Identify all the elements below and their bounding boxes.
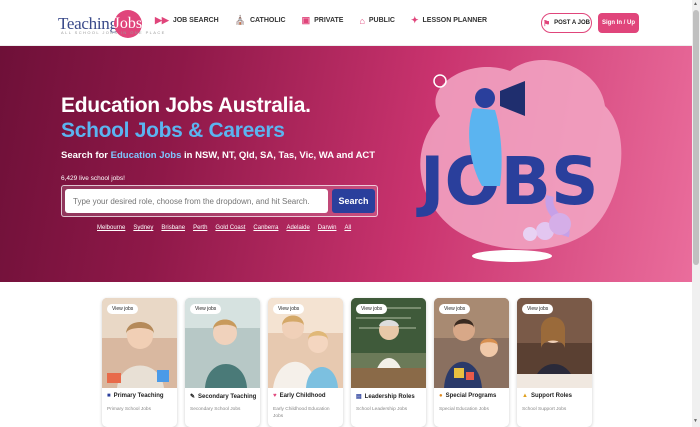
site-logo[interactable]: Teaching Jobs ALL SCHOOL JOBS IN ONE PLA… <box>58 8 164 40</box>
city-link[interactable]: Darwin <box>318 225 337 231</box>
card-description: School Leadership Jobs <box>356 407 408 412</box>
view-jobs-tag[interactable]: View jobs <box>439 304 471 314</box>
category-card-special[interactable]: View jobs ● Special Programs Special Edu… <box>434 298 509 427</box>
pen-icon: ✎ <box>190 394 196 400</box>
globe-icon: ● <box>439 393 443 399</box>
view-jobs-tag[interactable]: View jobs <box>356 304 388 314</box>
planner-icon: ✦ <box>410 15 419 25</box>
category-card-primary[interactable]: View jobs ■ Primary Teaching Primary Sch… <box>102 298 177 427</box>
view-jobs-tag[interactable]: View jobs <box>522 304 554 314</box>
nav-catholic[interactable]: ⛪ CATHOLIC <box>235 15 286 26</box>
church-icon: ⛪ <box>234 15 246 25</box>
hero-description-highlight[interactable]: Education Jobs <box>111 150 182 161</box>
city-links: Melbourne Sydney Brisbane Perth Gold Coa… <box>97 225 359 231</box>
city-link[interactable]: Melbourne <box>97 225 125 231</box>
signpost-icon: ⚑ <box>542 18 551 28</box>
category-card-leadership[interactable]: View jobs ▤ Leadership Roles School Lead… <box>351 298 426 427</box>
nav-label: PRIVATE <box>314 17 344 24</box>
card-description: Secondary School Jobs <box>190 407 241 412</box>
live-jobs-count: 6,429 live school jobs! <box>61 175 125 182</box>
jobs-illustration: JOBS <box>416 59 622 262</box>
site-header: Teaching Jobs ALL SCHOOL JOBS IN ONE PLA… <box>0 0 692 46</box>
card-title-text: Primary Teaching <box>113 393 164 399</box>
main-nav: ▶▶ JOB SEARCH ⛪ CATHOLIC ▣ PRIVATE ⌂ PUB… <box>155 15 503 26</box>
card-title: ▤ Leadership Roles <box>356 393 415 401</box>
school-icon: ⌂ <box>359 15 365 26</box>
nav-label: PUBLIC <box>368 17 395 24</box>
card-title: ● Special Programs <box>439 393 496 399</box>
card-title: ■ Primary Teaching <box>107 393 164 399</box>
person-icon: ▲ <box>522 393 528 399</box>
nav-label: LESSON PLANNER <box>422 17 488 24</box>
card-title: ♥ Early Childhood <box>273 393 326 399</box>
category-card-early-childhood[interactable]: View jobs ♥ Early Childhood Early Childh… <box>268 298 343 427</box>
card-title-text: Secondary Teaching <box>198 393 257 400</box>
page: Teaching Jobs ALL SCHOOL JOBS IN ONE PLA… <box>0 0 700 427</box>
sign-in-button[interactable]: Sign In / Up <box>598 13 639 33</box>
scroll-thumb[interactable] <box>693 10 699 265</box>
hero-title: Education Jobs Australia. <box>61 94 311 117</box>
building-icon: ▣ <box>301 15 311 25</box>
card-title-text: Special Programs <box>445 393 497 399</box>
search-arrows-icon: ▶▶ <box>155 15 169 25</box>
hero-description-suffix: in NSW, NT, Qld, SA, Tas, Vic, WA and AC… <box>181 150 376 161</box>
nav-label: CATHOLIC <box>249 17 286 24</box>
card-title-text: Leadership Roles <box>364 393 415 400</box>
category-card-secondary[interactable]: View jobs ✎ Secondary Teaching Secondary… <box>185 298 260 427</box>
view-jobs-tag[interactable]: View jobs <box>190 304 222 314</box>
nav-public[interactable]: ⌂ PUBLIC <box>359 15 395 26</box>
city-link[interactable]: Brisbane <box>161 225 185 231</box>
city-link[interactable]: Canberra <box>253 225 278 231</box>
view-jobs-tag[interactable]: View jobs <box>107 304 139 314</box>
illustration-text: JOBS <box>416 143 599 220</box>
card-description: Special Education Jobs <box>439 407 489 412</box>
card-title: ▲ Support Roles <box>522 393 572 399</box>
city-link[interactable]: Gold Coast <box>215 225 245 231</box>
card-title-text: Early Childhood <box>279 393 326 399</box>
nav-private[interactable]: ▣ PRIVATE <box>302 15 344 26</box>
card-title-text: Support Roles <box>530 393 572 399</box>
view-jobs-tag[interactable]: View jobs <box>273 304 305 314</box>
card-description: Primary School Jobs <box>107 407 151 412</box>
hero-banner: Education Jobs Australia. School Jobs & … <box>0 46 692 282</box>
nav-label: JOB SEARCH <box>172 17 219 24</box>
scroll-down-icon[interactable]: ▼ <box>693 418 698 424</box>
post-job-label: POST A JOB <box>554 20 591 26</box>
search-button[interactable]: Search <box>332 189 375 213</box>
search-form: Search <box>61 185 378 217</box>
category-cards: View jobs ■ Primary Teaching Primary Sch… <box>102 298 592 427</box>
page-scrollbar[interactable]: ▲ ▼ <box>692 0 700 427</box>
city-link[interactable]: Adelaide <box>286 225 309 231</box>
chart-icon: ▤ <box>356 394 362 400</box>
scroll-up-icon[interactable]: ▲ <box>693 1 698 7</box>
heart-icon: ♥ <box>273 393 277 399</box>
card-description: School Support Jobs <box>522 407 567 412</box>
city-link[interactable]: All <box>344 225 351 231</box>
hero-description-prefix: Search for <box>61 150 111 161</box>
category-card-support[interactable]: View jobs ▲ Support Roles School Support… <box>517 298 592 427</box>
card-title: ✎ Secondary Teaching <box>190 393 257 401</box>
nav-job-search[interactable]: ▶▶ JOB SEARCH <box>155 15 219 26</box>
search-input[interactable] <box>65 189 328 213</box>
nav-lesson-planner[interactable]: ✦ LESSON PLANNER <box>411 15 487 26</box>
post-job-button[interactable]: ⚑ POST A JOB <box>541 13 592 33</box>
book-icon: ■ <box>107 393 111 399</box>
city-link[interactable]: Sydney <box>133 225 153 231</box>
city-link[interactable]: Perth <box>193 225 207 231</box>
card-description: Early Childhood Education Jobs <box>273 407 330 419</box>
logo-tagline: ALL SCHOOL JOBS IN ONE PLACE <box>61 30 166 35</box>
hero-subtitle: School Jobs & Careers <box>61 119 285 142</box>
hero-description: Search for Education Jobs in NSW, NT, Ql… <box>61 150 375 161</box>
